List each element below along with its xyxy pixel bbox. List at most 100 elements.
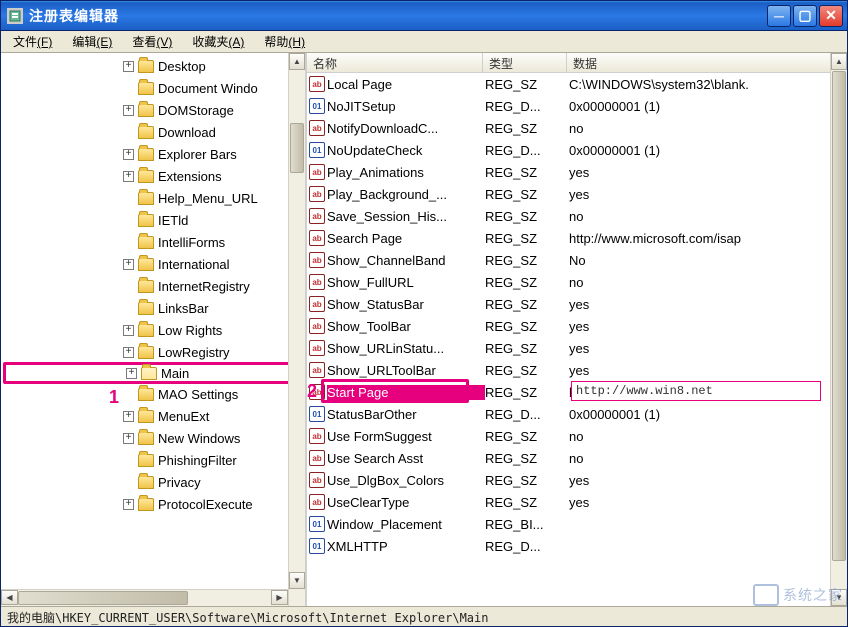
registry-value-row[interactable]: abPlay_AnimationsREG_SZyes [307, 161, 847, 183]
column-header-data[interactable]: 数据 [567, 53, 847, 72]
list-vertical-scrollbar[interactable]: ▲ ▼ [830, 53, 847, 606]
folder-icon [138, 388, 154, 401]
string-value-icon: ab [309, 472, 325, 488]
value-type: REG_D... [485, 539, 569, 554]
expand-icon[interactable]: + [123, 347, 134, 358]
tree-item-international[interactable]: +International [3, 253, 305, 275]
value-name: Search Page [327, 231, 485, 246]
maximize-button[interactable]: ▢ [793, 5, 817, 27]
tree-horizontal-scrollbar[interactable]: ◀ ▶ [1, 589, 288, 606]
value-data: C:\WINDOWS\system32\blank. [569, 77, 847, 92]
tree-spacer-icon [123, 127, 134, 138]
registry-value-row[interactable]: abShow_StatusBarREG_SZyes [307, 293, 847, 315]
expand-icon[interactable]: + [123, 411, 134, 422]
registry-value-row[interactable]: abShow_FullURLREG_SZno [307, 271, 847, 293]
registry-value-row[interactable]: 01XMLHTTPREG_D... [307, 535, 847, 557]
expand-icon[interactable]: + [123, 61, 134, 72]
registry-value-row[interactable]: 01StatusBarOtherREG_D...0x00000001 (1) [307, 403, 847, 425]
tree-item-phishingfilter[interactable]: PhishingFilter [3, 449, 305, 471]
registry-value-row[interactable]: abUse_DlgBox_ColorsREG_SZyes [307, 469, 847, 491]
folder-icon [138, 280, 154, 293]
list-pane: 名称 类型 数据 abLocal PageREG_SZC:\WINDOWS\sy… [307, 53, 847, 606]
expand-icon[interactable]: + [123, 325, 134, 336]
menu-favorites[interactable]: 收藏夹(A) [184, 31, 252, 52]
value-type: REG_SZ [485, 451, 569, 466]
registry-value-row[interactable]: 01NoUpdateCheckREG_D...0x00000001 (1) [307, 139, 847, 161]
folder-icon [138, 148, 154, 161]
expand-icon[interactable]: + [126, 368, 137, 379]
value-name: XMLHTTP [327, 539, 485, 554]
registry-value-row[interactable]: abSave_Session_His...REG_SZno [307, 205, 847, 227]
scroll-down-icon[interactable]: ▼ [831, 589, 847, 606]
tree-spacer-icon [123, 193, 134, 204]
scroll-up-icon[interactable]: ▲ [831, 53, 847, 70]
menu-view[interactable]: 查看(V) [124, 31, 180, 52]
expand-icon[interactable]: + [123, 433, 134, 444]
scroll-thumb[interactable] [290, 123, 304, 173]
tree-item-main[interactable]: +Main [3, 362, 305, 384]
expand-icon[interactable]: + [123, 259, 134, 270]
registry-value-row[interactable]: abShow_ChannelBandREG_SZNo [307, 249, 847, 271]
binary-value-icon: 01 [309, 516, 325, 532]
folder-icon [138, 324, 154, 337]
registry-value-row[interactable]: abUse FormSuggestREG_SZno [307, 425, 847, 447]
tree-item-privacy[interactable]: Privacy [3, 471, 305, 493]
menu-edit[interactable]: 编辑(E) [64, 31, 120, 52]
registry-value-row[interactable]: 01Window_PlacementREG_BI... [307, 513, 847, 535]
registry-value-row[interactable]: abNotifyDownloadC...REG_SZno [307, 117, 847, 139]
tree-item-desktop[interactable]: +Desktop [3, 55, 305, 77]
registry-value-row[interactable]: abShow_ToolBarREG_SZyes [307, 315, 847, 337]
registry-value-row[interactable]: abUseClearTypeREG_SZyes [307, 491, 847, 513]
tree-item-ietld[interactable]: IETld [3, 209, 305, 231]
column-header-type[interactable]: 类型 [483, 53, 567, 72]
scroll-up-icon[interactable]: ▲ [289, 53, 305, 70]
value-type: REG_SZ [485, 429, 569, 444]
tree-vertical-scrollbar[interactable]: ▲ ▼ [288, 53, 305, 606]
tree-item-intelliforms[interactable]: IntelliForms [3, 231, 305, 253]
tree-item-internetregistry[interactable]: InternetRegistry [3, 275, 305, 297]
registry-value-row[interactable]: abShow_URLinStatu...REG_SZyes [307, 337, 847, 359]
value-type: REG_SZ [485, 385, 569, 400]
menu-help[interactable]: 帮助(H) [256, 31, 313, 52]
tree-item-domstorage[interactable]: +DOMStorage [3, 99, 305, 121]
tree-item-mao-settings[interactable]: MAO Settings [3, 383, 305, 405]
registry-value-row[interactable]: abLocal PageREG_SZC:\WINDOWS\system32\bl… [307, 73, 847, 95]
registry-value-row[interactable]: abPlay_Background_...REG_SZyes [307, 183, 847, 205]
tree-item-extensions[interactable]: +Extensions [3, 165, 305, 187]
hscroll-thumb[interactable] [18, 591, 188, 605]
tree-item-explorer-bars[interactable]: +Explorer Bars [3, 143, 305, 165]
tree-item-low-rights[interactable]: + Low Rights [3, 319, 305, 341]
registry-value-row[interactable]: abSearch PageREG_SZhttp://www.microsoft.… [307, 227, 847, 249]
tree-item-label: Low Rights [158, 323, 222, 338]
folder-icon [138, 258, 154, 271]
string-value-icon: ab [309, 252, 325, 268]
tree-item-new-windows[interactable]: +New Windows [3, 427, 305, 449]
scroll-left-icon[interactable]: ◀ [1, 590, 18, 605]
expand-icon[interactable]: + [123, 149, 134, 160]
expand-icon[interactable]: + [123, 499, 134, 510]
minimize-button[interactable]: ─ [767, 5, 791, 27]
scroll-right-icon[interactable]: ▶ [271, 590, 288, 605]
registry-value-row[interactable]: abUse Search AsstREG_SZno [307, 447, 847, 469]
string-value-icon: ab [309, 494, 325, 510]
tree-item-help-menu-url[interactable]: Help_Menu_URL [3, 187, 305, 209]
value-name: Start Page [327, 385, 485, 400]
close-button[interactable]: ✕ [819, 5, 843, 27]
expand-icon[interactable]: + [123, 105, 134, 116]
tree-item-protocolexecute[interactable]: +ProtocolExecute [3, 493, 305, 515]
tree-item-download[interactable]: Download [3, 121, 305, 143]
value-type: REG_SZ [485, 297, 569, 312]
scroll-down-icon[interactable]: ▼ [289, 572, 305, 589]
expand-icon[interactable]: + [123, 171, 134, 182]
menu-file[interactable]: 文件(F) [5, 31, 60, 52]
folder-icon [138, 214, 154, 227]
tree-item-lowregistry[interactable]: +LowRegistry [3, 341, 305, 363]
registry-value-row[interactable]: 01NoJITSetupREG_D...0x00000001 (1) [307, 95, 847, 117]
registry-value-row[interactable]: abShow_URLToolBarREG_SZyes [307, 359, 847, 381]
tree-item-menuext[interactable]: +MenuExt [3, 405, 305, 427]
column-header-name[interactable]: 名称 [307, 53, 483, 72]
tree-item-linksbar[interactable]: LinksBar [3, 297, 305, 319]
scroll-thumb[interactable] [832, 71, 846, 561]
folder-icon [141, 367, 157, 380]
tree-item-document-windo[interactable]: Document Windo [3, 77, 305, 99]
